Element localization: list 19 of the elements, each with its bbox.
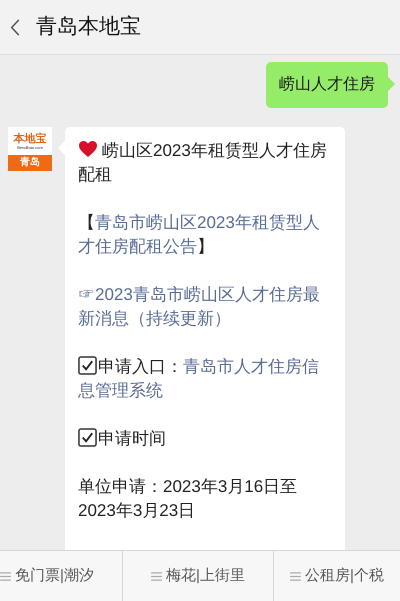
back-icon[interactable] [10,18,20,36]
checklist-text: 申请时间 [78,427,330,451]
checkbox-icon [78,356,97,375]
menu-item[interactable]: 梅花|上街里 [122,551,273,601]
menu-icon [290,572,302,580]
menu-icon [0,572,11,580]
menu-item[interactable]: 公租房|个税 [273,551,400,601]
checkbox-icon [78,428,97,447]
menu-item[interactable]: 免门票|潮汐 [0,551,122,601]
entry-link[interactable]: 申请入口：青岛市人才住房信息管理系统 [78,355,330,403]
header-title: 青岛本地宝 [36,14,141,40]
logo-text: 本地宝 [14,132,46,144]
menu-icon [151,572,162,580]
announcement-link[interactable]: 【青岛市崂山区2023年租赁型人才住房配租公告】 [78,211,330,259]
message-title: 崂山区2023年租赁型人才住房配租 [78,139,328,186]
news-link[interactable]: ☞2023青岛市崂山区人才住房最新消息（持续更新） [78,283,330,331]
message-text: 单位申请：2023年3月16日至2023年3月23日 [78,476,298,522]
heart-icon [78,140,98,158]
city-label: 青岛 [8,155,52,171]
